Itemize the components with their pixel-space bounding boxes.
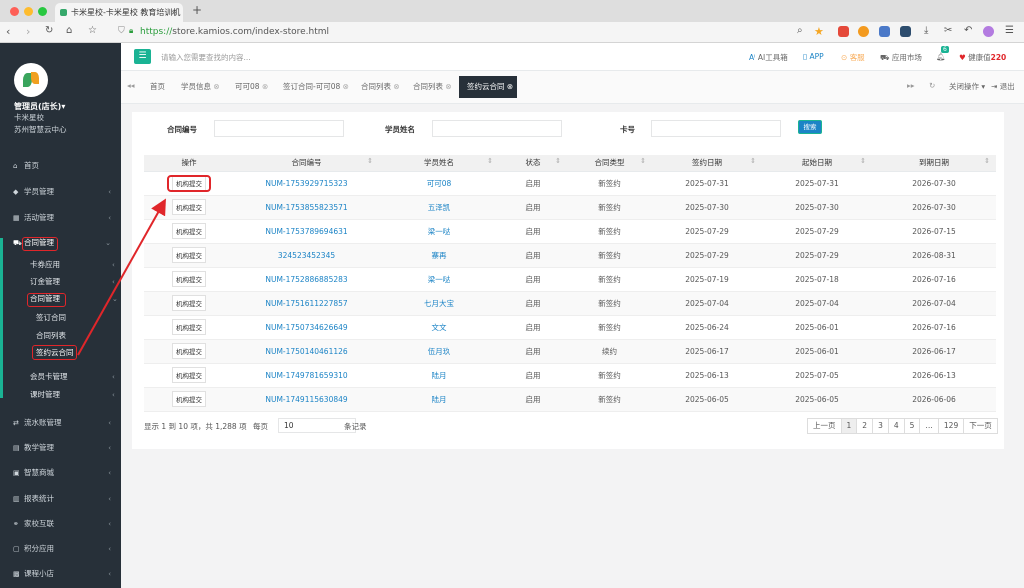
annotation-arrow (77, 198, 166, 356)
